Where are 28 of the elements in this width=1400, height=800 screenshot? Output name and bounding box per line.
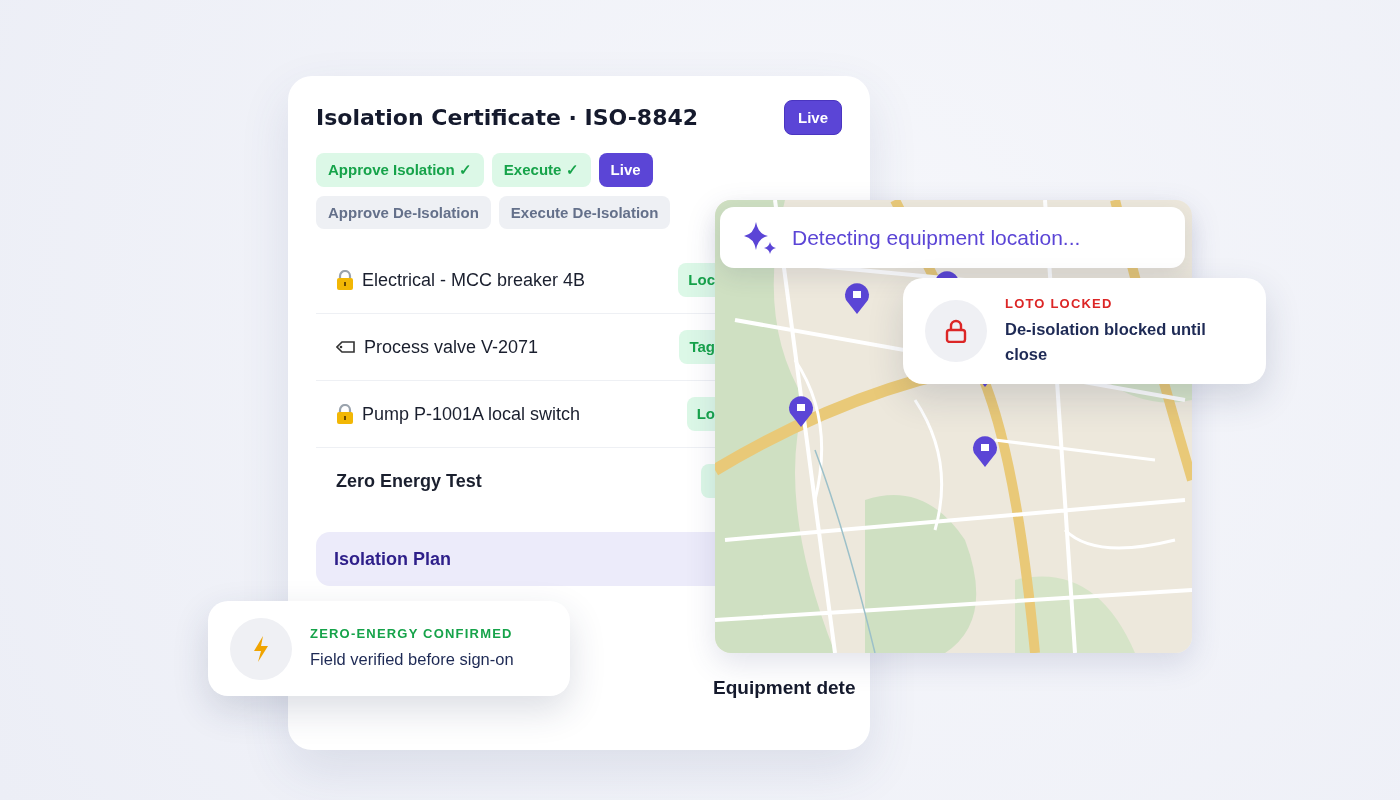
step-chip: Approve Isolation ✓ [316, 153, 484, 187]
status-badge: Loc [678, 263, 715, 297]
isolation-point: Process valve V-2071 [364, 336, 539, 358]
plan-title: Isolation Plan [334, 548, 452, 570]
certificate-title: Isolation Certificate · ISO-8842 [316, 105, 699, 130]
banner-text: Detecting equipment location... [792, 225, 1081, 250]
alert-label: ZERO-ENERGY CONFIRMED [310, 625, 514, 641]
step-chip: Approve De-Isolation [316, 196, 491, 229]
alert-label: LOTO LOCKED [1005, 295, 1114, 311]
lightning-icon [253, 635, 269, 662]
status-badge: Lo [686, 397, 715, 431]
status-badge: Live [784, 100, 842, 135]
lock-icon [336, 404, 354, 424]
lock-icon [336, 270, 354, 290]
isolation-point: Electrical - MCC breaker 4B [362, 269, 586, 291]
map-caption: Equipment dete [713, 677, 856, 699]
step-chip: Execute ✓ [491, 153, 591, 187]
tag-icon [336, 339, 356, 355]
padlock-icon [945, 319, 967, 343]
isolation-point: Zero Energy Test [336, 470, 482, 492]
isolation-point: Pump P-1001A local switch [362, 403, 581, 425]
step-chip: Live [598, 153, 653, 187]
alert-text: Field verified before sign-on [310, 648, 514, 670]
alert-text: De-isolation blocked until close [1005, 318, 1207, 365]
status-badge: Tag [679, 330, 715, 364]
plan-bar[interactable]: Isolation Plan [316, 532, 715, 586]
step-chip: Execute De-Isolation [498, 196, 671, 229]
status-badge [701, 464, 715, 498]
